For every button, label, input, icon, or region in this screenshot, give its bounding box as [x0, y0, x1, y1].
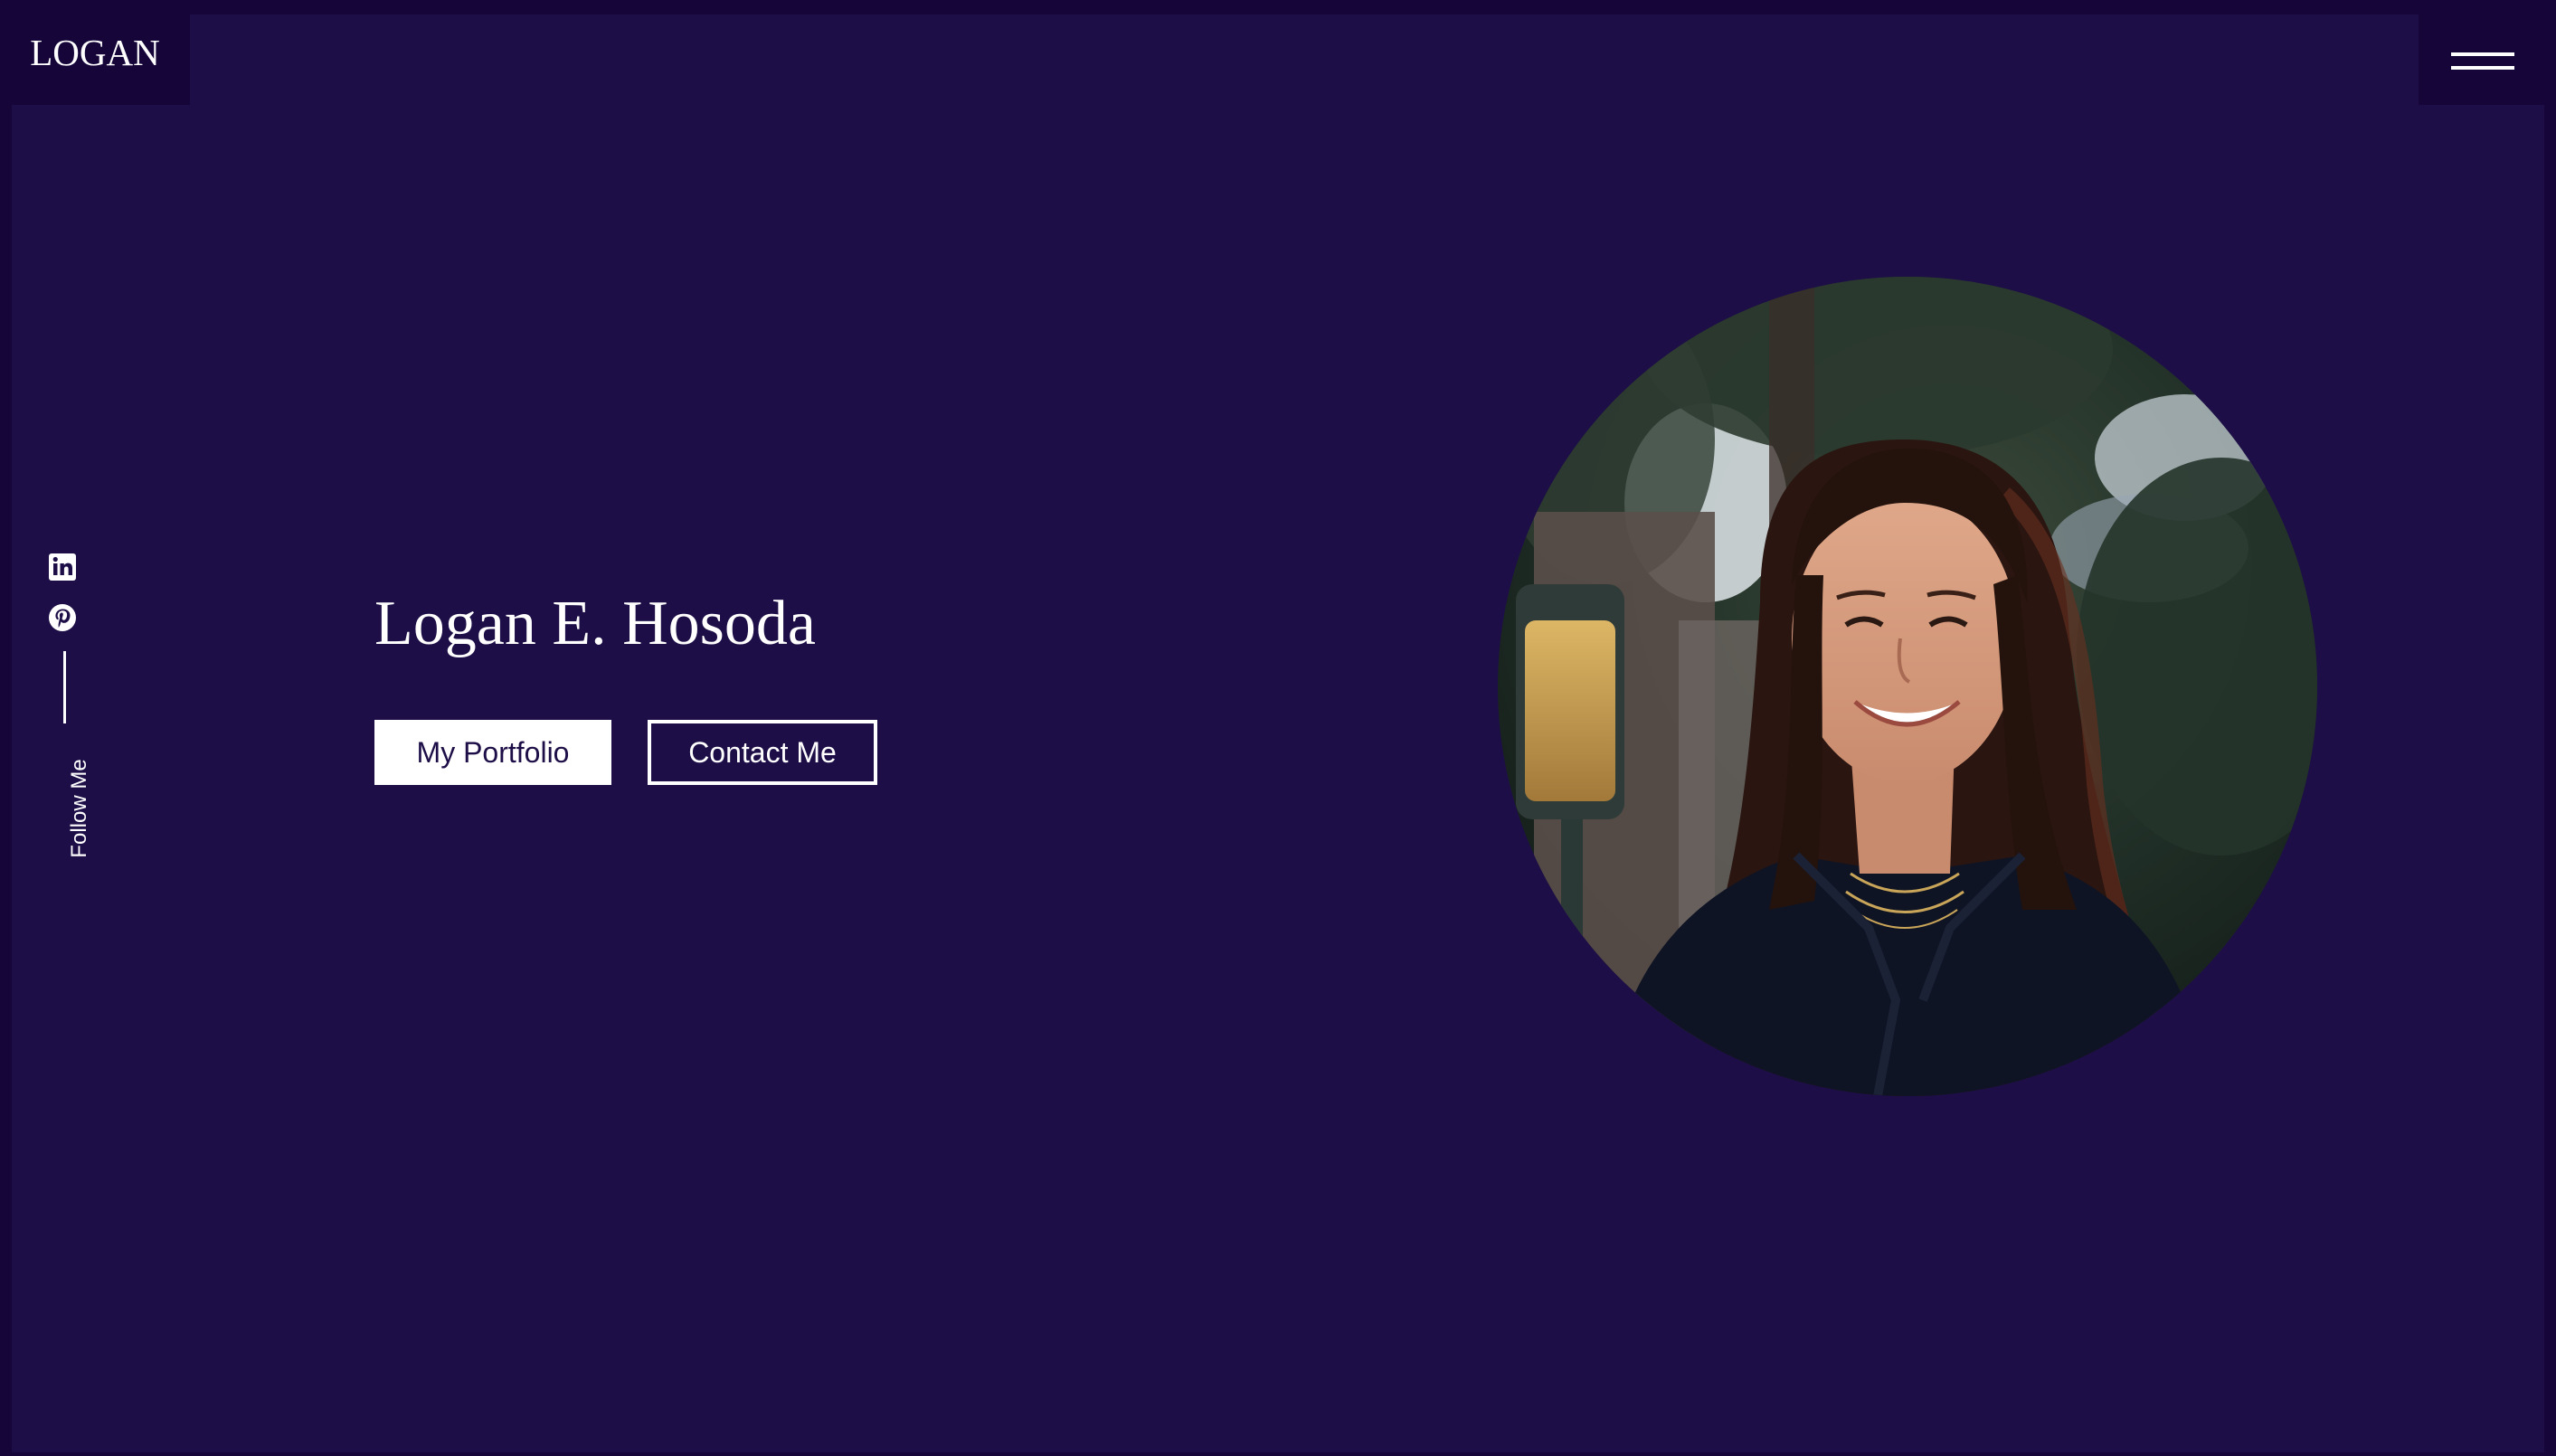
pinterest-icon[interactable]	[47, 602, 83, 638]
logo[interactable]: LOGAN	[0, 0, 190, 105]
hero-name: Logan E. Hosoda	[374, 589, 816, 658]
social-sidebar: Follow Me	[47, 552, 91, 858]
linkedin-icon[interactable]	[47, 552, 83, 588]
profile-photo	[1498, 277, 2317, 1096]
logo-text: LOGAN	[30, 32, 160, 73]
contact-me-button[interactable]: Contact Me	[648, 720, 877, 785]
hamburger-menu-icon	[2451, 52, 2514, 56]
hamburger-menu-button[interactable]	[2419, 0, 2556, 105]
my-portfolio-button[interactable]: My Portfolio	[374, 720, 611, 785]
social-divider-line	[63, 651, 66, 723]
hamburger-menu-icon-line	[2451, 66, 2514, 70]
follow-me-label: Follow Me	[67, 759, 91, 858]
